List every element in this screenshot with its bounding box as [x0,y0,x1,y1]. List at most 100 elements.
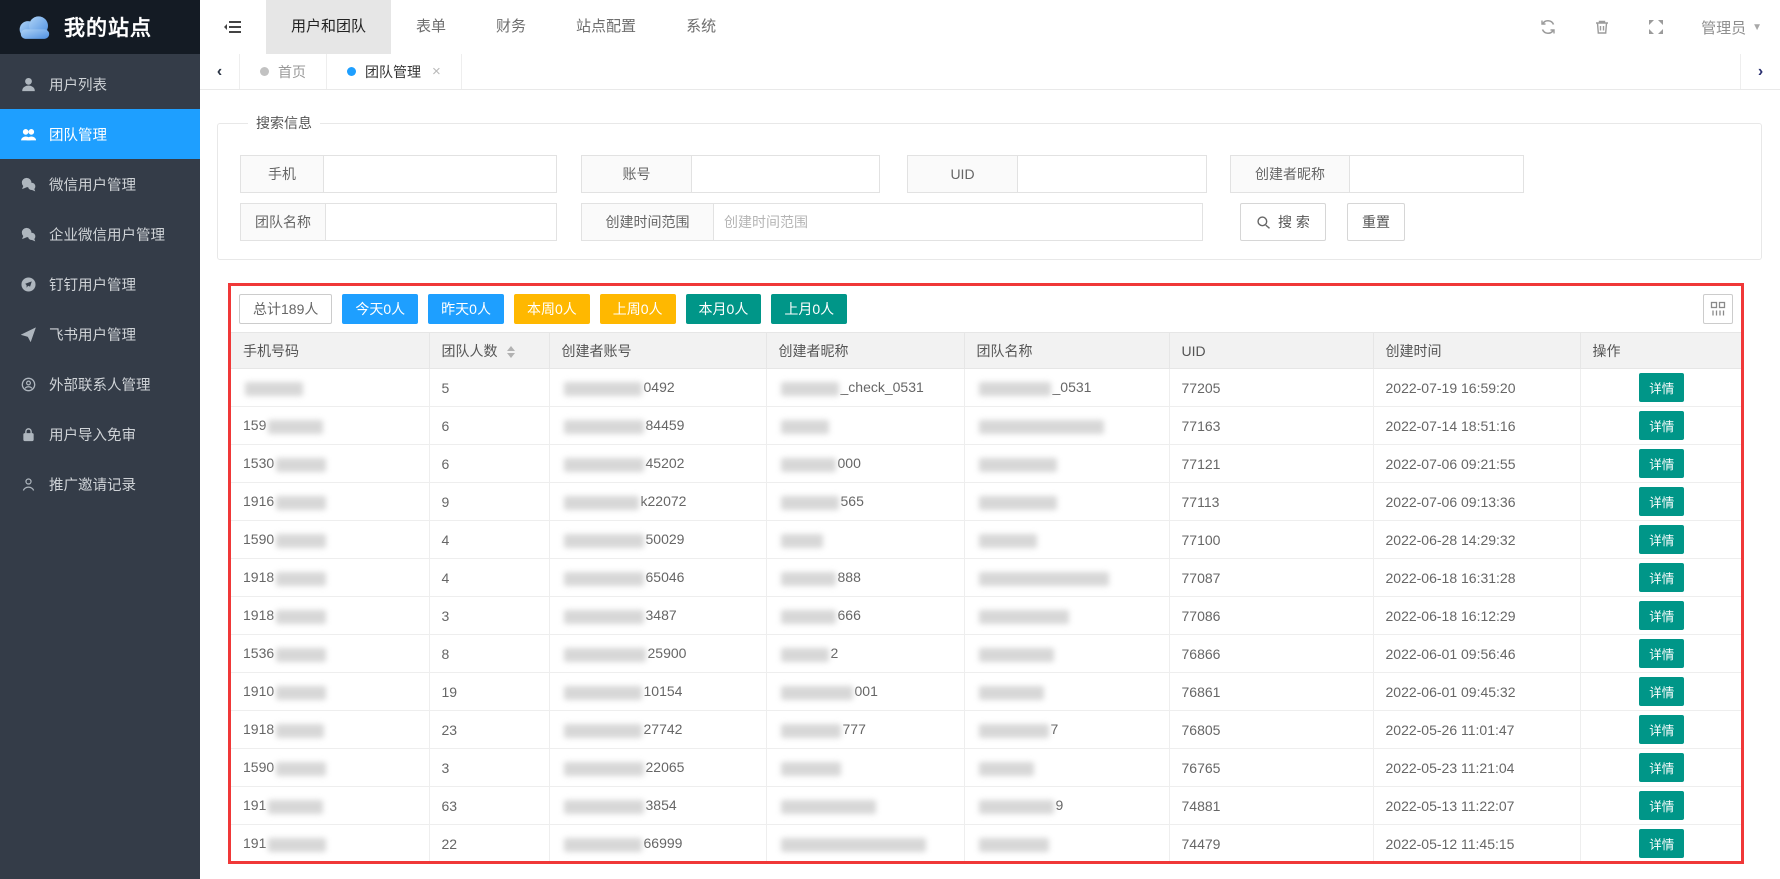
cell-action: 详情 [1580,407,1743,445]
nav-tab[interactable]: 站点配置 [551,0,661,54]
cell-creator-nickname [766,787,964,825]
search-row-1: 手机 账号 UID 创建者昵称 [240,155,1739,193]
cell-members: 9 [429,483,549,521]
redacted-block [564,534,644,548]
cell-creator-nickname: _check_0531 [766,369,964,407]
sidebar-item-label: 用户导入免审 [49,424,136,445]
detail-button[interactable]: 详情 [1639,373,1684,402]
menu-collapse-icon[interactable] [200,0,266,54]
detail-button[interactable]: 详情 [1639,525,1684,554]
create-time-range-input[interactable] [713,203,1203,241]
feishu-icon [21,327,36,342]
sidebar-item[interactable]: 微信用户管理 [0,159,200,209]
cell-uid: 77113 [1169,483,1373,521]
nav-tab[interactable]: 表单 [391,0,471,54]
cell-members: 4 [429,559,549,597]
top-header: 我的站点 用户和团队表单财务站点配置系统 管理员 [0,0,1780,54]
redacted-block [781,686,853,700]
breadcrumb-tabbar: ‹ 首页 团队管理 × › [200,54,1780,90]
nav-tab[interactable]: 财务 [471,0,551,54]
sidebar-item[interactable]: 钉钉用户管理 [0,259,200,309]
redacted-block [564,572,644,586]
cell-members: 8 [429,635,549,673]
sidebar-item[interactable]: 用户导入免审 [0,409,200,459]
detail-button[interactable]: 详情 [1639,449,1684,478]
account-input[interactable] [691,155,880,193]
cell-creator-account: 0492 [549,369,766,407]
reset-button[interactable]: 重置 [1347,203,1405,241]
tabs-scroll-right-icon[interactable]: › [1740,54,1780,89]
sidebar-item[interactable]: 飞书用户管理 [0,309,200,359]
sidebar-item-label: 飞书用户管理 [49,324,136,345]
detail-button[interactable]: 详情 [1639,487,1684,516]
phone-input[interactable] [323,155,557,193]
redacted-block [979,648,1054,662]
detail-button[interactable]: 详情 [1639,829,1684,858]
sort-icon[interactable] [507,346,515,358]
detail-button[interactable]: 详情 [1639,411,1684,440]
annotation-rect-table-panel: 总计189人今天0人昨天0人本周0人上周0人本月0人上月0人 手机号码 团队人数 [228,283,1744,864]
sidebar-item[interactable]: 企业微信用户管理 [0,209,200,259]
cell-action: 详情 [1580,635,1743,673]
sidebar: 用户列表 团队管理 微信用户管理 企业微信用户管理 钉钉用户管理 飞书用户管理 … [0,54,200,879]
col-uid: UID [1169,333,1373,369]
site-logo[interactable]: 我的站点 [0,0,200,54]
redacted-block [979,534,1037,548]
redacted-block [781,496,839,510]
table-row: 1590 4 50029 77100 2022-06-28 14:29:32 详… [231,521,1743,559]
search-icon [1256,215,1271,230]
detail-button[interactable]: 详情 [1639,639,1684,668]
detail-button[interactable]: 详情 [1639,601,1684,630]
cell-creator-nickname: 777 [766,711,964,749]
creator-nickname-input[interactable] [1349,155,1524,193]
search-button[interactable]: 搜 索 [1240,203,1326,241]
redacted-block [564,838,642,852]
user-menu[interactable]: 管理员 ▼ [1701,17,1762,38]
cell-phone: 191 [231,825,429,863]
cell-creator-account: 84459 [549,407,766,445]
close-icon[interactable]: × [432,63,441,80]
cell-created-time: 2022-06-01 09:56:46 [1373,635,1580,673]
detail-button[interactable]: 详情 [1639,715,1684,744]
detail-button[interactable]: 详情 [1639,791,1684,820]
team-name-input[interactable] [325,203,557,241]
sidebar-item[interactable]: 推广邀请记录 [0,459,200,509]
redacted-block [564,648,646,662]
cell-creator-account: 45202 [549,445,766,483]
nav-tab[interactable]: 系统 [661,0,741,54]
cell-action: 详情 [1580,597,1743,635]
fullscreen-icon[interactable] [1647,18,1665,36]
sidebar-item-label: 推广邀请记录 [49,474,136,495]
detail-button[interactable]: 详情 [1639,753,1684,782]
trash-icon[interactable] [1593,18,1611,36]
detail-button[interactable]: 详情 [1639,563,1684,592]
uid-input[interactable] [1017,155,1207,193]
redacted-block [564,724,642,738]
cell-uid: 76866 [1169,635,1373,673]
tabs-scroll-left-icon[interactable]: ‹ [200,54,240,89]
main-content: 搜索信息 手机 账号 UID 创建者昵称 [200,90,1780,879]
tab-home[interactable]: 首页 [240,54,327,89]
site-title: 我的站点 [64,12,152,42]
nav-tab[interactable]: 用户和团队 [266,0,391,54]
wechat-icon [21,177,36,192]
cell-action: 详情 [1580,673,1743,711]
tab-team-management[interactable]: 团队管理 × [327,54,462,89]
redacted-block [979,572,1109,586]
refresh-icon[interactable] [1539,18,1557,36]
col-members[interactable]: 团队人数 [429,333,549,369]
redacted-block [979,496,1057,510]
table-row: 159 6 84459 77163 2022-07-14 18:51:16 详情 [231,407,1743,445]
sidebar-item[interactable]: 外部联系人管理 [0,359,200,409]
cell-creator-account: 3487 [549,597,766,635]
stat-badge: 上月0人 [771,294,847,324]
cell-uid: 74479 [1169,825,1373,863]
redacted-block [979,800,1054,814]
stat-badge: 本周0人 [514,294,590,324]
sidebar-item-label: 企业微信用户管理 [49,224,165,245]
column-toggle-button[interactable] [1703,294,1733,324]
sidebar-item[interactable]: 用户列表 [0,59,200,109]
detail-button[interactable]: 详情 [1639,677,1684,706]
cell-uid: 77086 [1169,597,1373,635]
sidebar-item[interactable]: 团队管理 [0,109,200,159]
